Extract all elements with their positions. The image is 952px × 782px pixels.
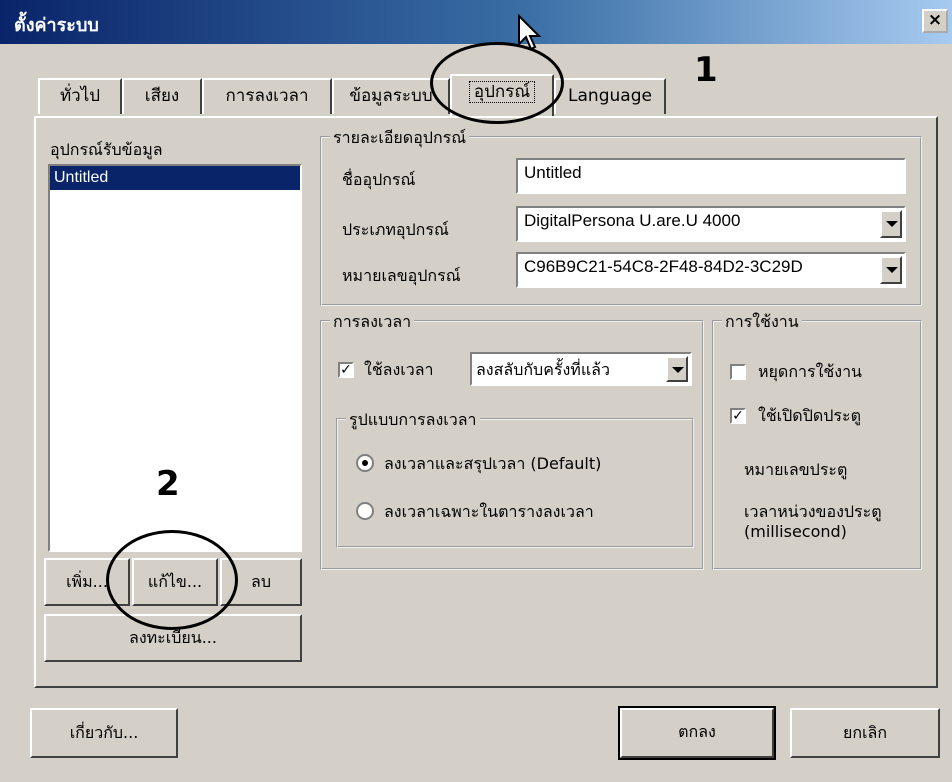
group-title: รูปแบบการลงเวลา: [346, 408, 480, 433]
timekeeping-mode-value: ลงสลับกับครั้งที่แล้ว: [476, 360, 610, 379]
tab-general[interactable]: ทั่วไป: [38, 78, 122, 114]
stop-usage-label: หยุดการใช้งาน: [758, 362, 862, 381]
annotation-circle-devices-tab: [430, 42, 564, 124]
door-delay-unit: (millisecond): [744, 522, 847, 541]
chevron-down-icon[interactable]: [880, 256, 902, 284]
timekeeping-format-group: รูปแบบการลงเวลา: [336, 408, 694, 548]
ok-button[interactable]: ตกลง: [618, 706, 776, 760]
option-table-label: ลงเวลาเฉพาะในตารางลงเวลา: [384, 502, 594, 521]
chevron-down-icon[interactable]: [666, 356, 688, 382]
settings-window: ตั้งค่าระบบ × ทั่วไป เสียง การลงเวลา ข้อ…: [0, 0, 952, 782]
about-button[interactable]: เกี่ยวกับ...: [30, 708, 178, 758]
device-serial-value: C96B9C21-54C8-2F48-84D2-3C29D: [524, 257, 803, 276]
device-name-label: ชื่ออุปกรณ์: [342, 170, 416, 189]
title-bar[interactable]: ตั้งค่าระบบ ×: [0, 0, 952, 51]
tab-language[interactable]: Language: [554, 78, 666, 114]
cancel-button[interactable]: ยกเลิก: [790, 708, 940, 758]
group-title: การใช้งาน: [722, 310, 802, 335]
door-control-label: ใช้เปิดปิดประตู: [758, 406, 861, 425]
device-serial-label: หมายเลขอุปกรณ์: [342, 266, 461, 285]
use-timekeeping-checkbox[interactable]: ✓: [338, 362, 354, 378]
annotation-circle-edit-button: [106, 530, 238, 630]
chevron-down-icon[interactable]: [880, 210, 902, 238]
group-title: รายละเอียดอุปกรณ์: [330, 126, 470, 151]
door-number-label: หมายเลขประตู: [744, 460, 848, 479]
door-control-checkbox[interactable]: ✓: [730, 408, 746, 424]
list-item[interactable]: Untitled: [50, 166, 300, 190]
use-timekeeping-label: ใช้ลงเวลา: [364, 360, 434, 379]
device-serial-select[interactable]: C96B9C21-54C8-2F48-84D2-3C29D: [516, 252, 906, 288]
radio-table-only[interactable]: [356, 502, 374, 520]
annotation-step-2: 2: [156, 464, 180, 504]
stop-usage-checkbox[interactable]: [730, 364, 746, 380]
tab-label: Language: [568, 86, 652, 106]
device-name-input[interactable]: Untitled: [516, 158, 906, 194]
tab-timekeeping[interactable]: การลงเวลา: [202, 78, 332, 114]
device-type-label: ประเภทอุปกรณ์: [342, 220, 449, 239]
timekeeping-mode-select[interactable]: ลงสลับกับครั้งที่แล้ว: [470, 352, 692, 386]
tab-label: การลงเวลา: [225, 86, 309, 106]
tab-label: เสียง: [144, 86, 180, 106]
tab-label: ข้อมูลระบบ: [349, 86, 433, 106]
option-default-label: ลงเวลาและสรุปเวลา (Default): [384, 454, 602, 473]
radio-default[interactable]: [356, 454, 374, 472]
device-type-value: DigitalPersona U.are.U 4000: [524, 211, 741, 230]
annotation-step-1: 1: [694, 50, 718, 90]
window-title: ตั้งค่าระบบ: [14, 15, 99, 36]
tab-sound[interactable]: เสียง: [122, 78, 202, 114]
close-button[interactable]: ×: [922, 9, 948, 33]
device-list-label: อุปกรณ์รับข้อมูล: [50, 140, 163, 159]
device-type-select[interactable]: DigitalPersona U.are.U 4000: [516, 206, 906, 242]
tab-label: ทั่วไป: [59, 86, 101, 106]
group-title: การลงเวลา: [330, 310, 415, 335]
